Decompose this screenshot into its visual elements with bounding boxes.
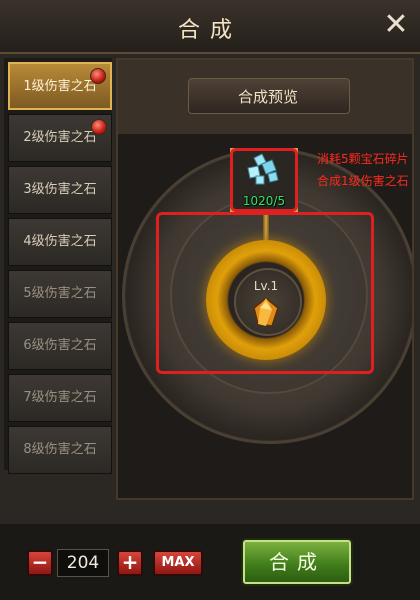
sidebar-item-label: 4级伤害之石 <box>23 234 97 249</box>
result-highlight-box <box>156 212 374 374</box>
title-bar: 合成 ✕ <box>0 0 420 54</box>
sidebar-item-level-5[interactable]: 5级伤害之石 <box>8 270 112 318</box>
sidebar-item-level-6[interactable]: 6级伤害之石 <box>8 322 112 370</box>
sidebar-item-label: 3级伤害之石 <box>23 182 97 197</box>
sidebar-item-level-8[interactable]: 8级伤害之石 <box>8 426 112 474</box>
stone-level-list: 1级伤害之石 2级伤害之石 3级伤害之石 4级伤害之石 5级伤害之石 6级伤害之… <box>4 58 112 474</box>
sidebar-item-level-2[interactable]: 2级伤害之石 <box>8 114 112 162</box>
preview-header-title: 合成预览 <box>237 88 298 106</box>
window-title: 合成 <box>177 18 242 43</box>
sidebar-item-label: 1级伤害之石 <box>23 79 97 94</box>
increase-button[interactable]: + <box>117 550 143 576</box>
decrease-button[interactable]: − <box>27 550 53 576</box>
annotation-consume: 消耗5颗宝石碎片 <box>317 152 409 166</box>
sidebar-item-level-3[interactable]: 3级伤害之石 <box>8 166 112 214</box>
sidebar-item-label: 2级伤害之石 <box>23 130 97 145</box>
sidebar-item-level-4[interactable]: 4级伤害之石 <box>8 218 112 266</box>
material-highlight-box <box>230 148 298 212</box>
sidebar-item-label: 6级伤害之石 <box>23 338 97 353</box>
compose-button[interactable]: 合成 <box>243 540 351 584</box>
sidebar-item-label: 5级伤害之石 <box>23 286 97 301</box>
synthesis-preview-panel: 合成预览 1020/5 Lv.1 <box>116 58 414 500</box>
sidebar-item-level-7[interactable]: 7级伤害之石 <box>8 374 112 422</box>
notification-dot-icon <box>90 68 106 84</box>
max-button[interactable]: MAX <box>153 550 203 576</box>
sidebar-item-label: 8级伤害之石 <box>23 442 97 457</box>
sidebar-item-level-1[interactable]: 1级伤害之石 <box>8 62 112 110</box>
close-icon[interactable]: ✕ <box>382 10 410 40</box>
annotation-result: 合成1级伤害之石 <box>317 174 409 188</box>
notification-dot-icon <box>91 119 107 135</box>
sidebar-item-label: 7级伤害之石 <box>23 390 97 405</box>
quantity-input[interactable] <box>57 549 109 577</box>
